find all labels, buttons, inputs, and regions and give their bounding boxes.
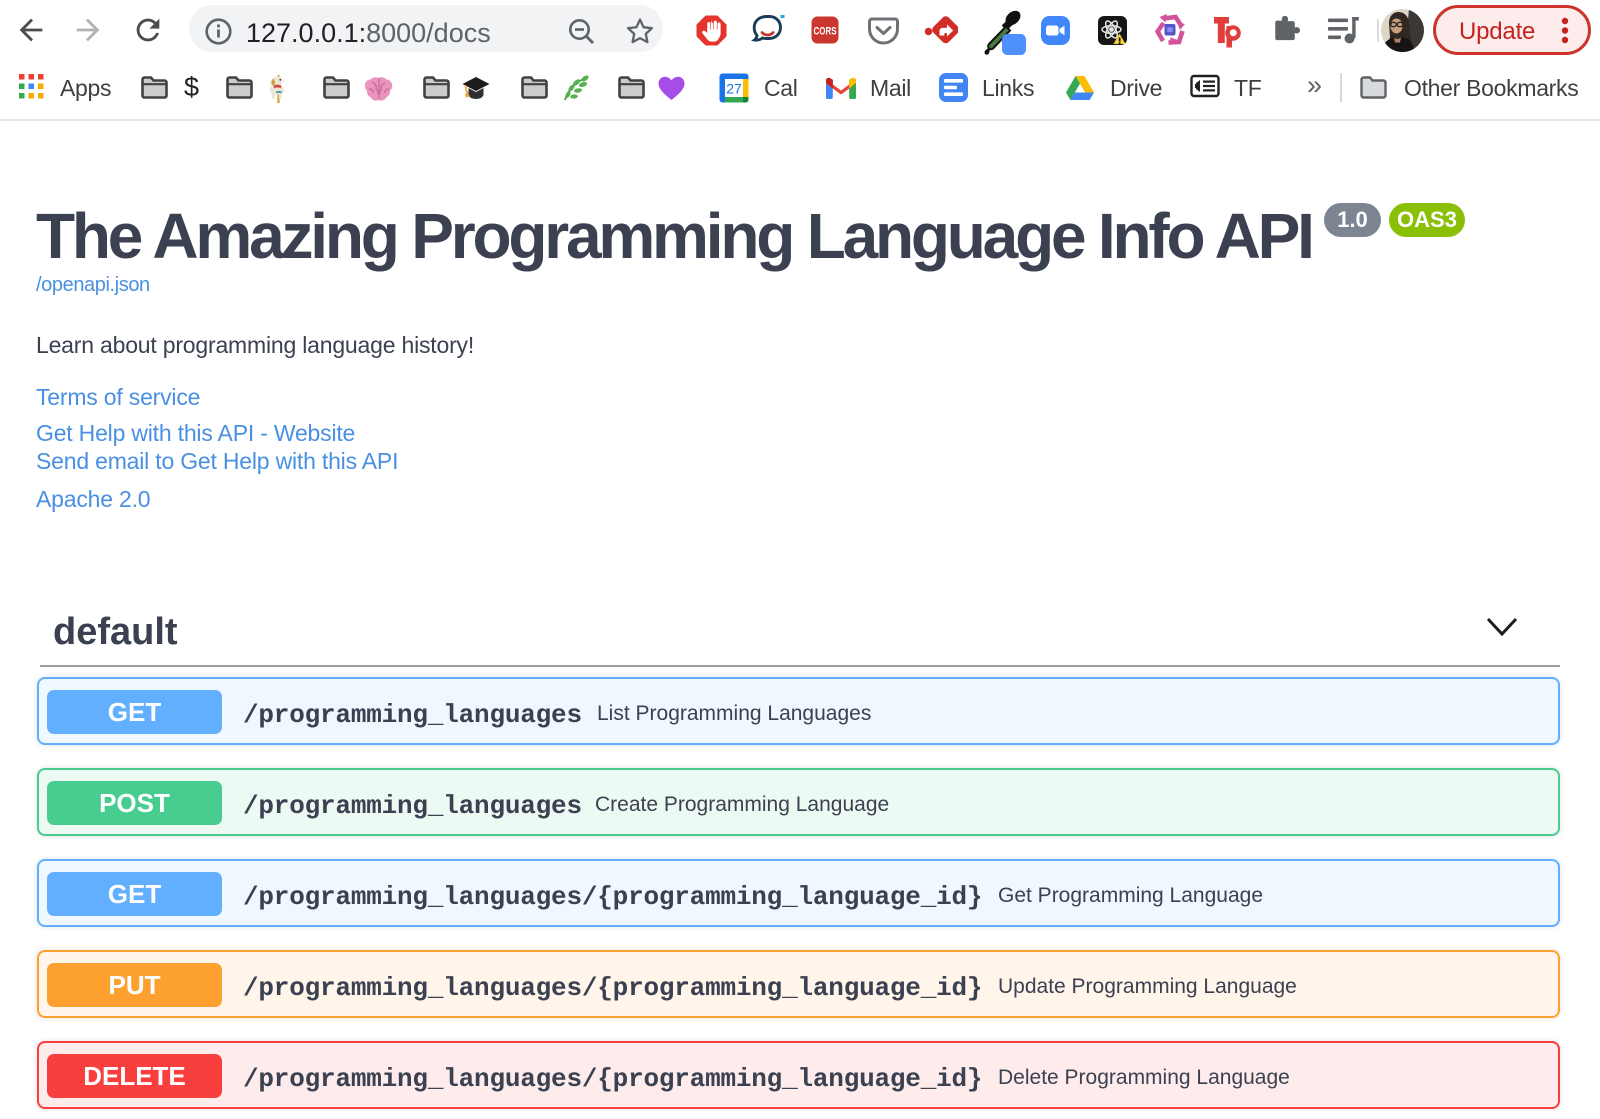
svg-text:CORS: CORS: [814, 26, 837, 38]
svg-text:27: 27: [726, 81, 742, 97]
